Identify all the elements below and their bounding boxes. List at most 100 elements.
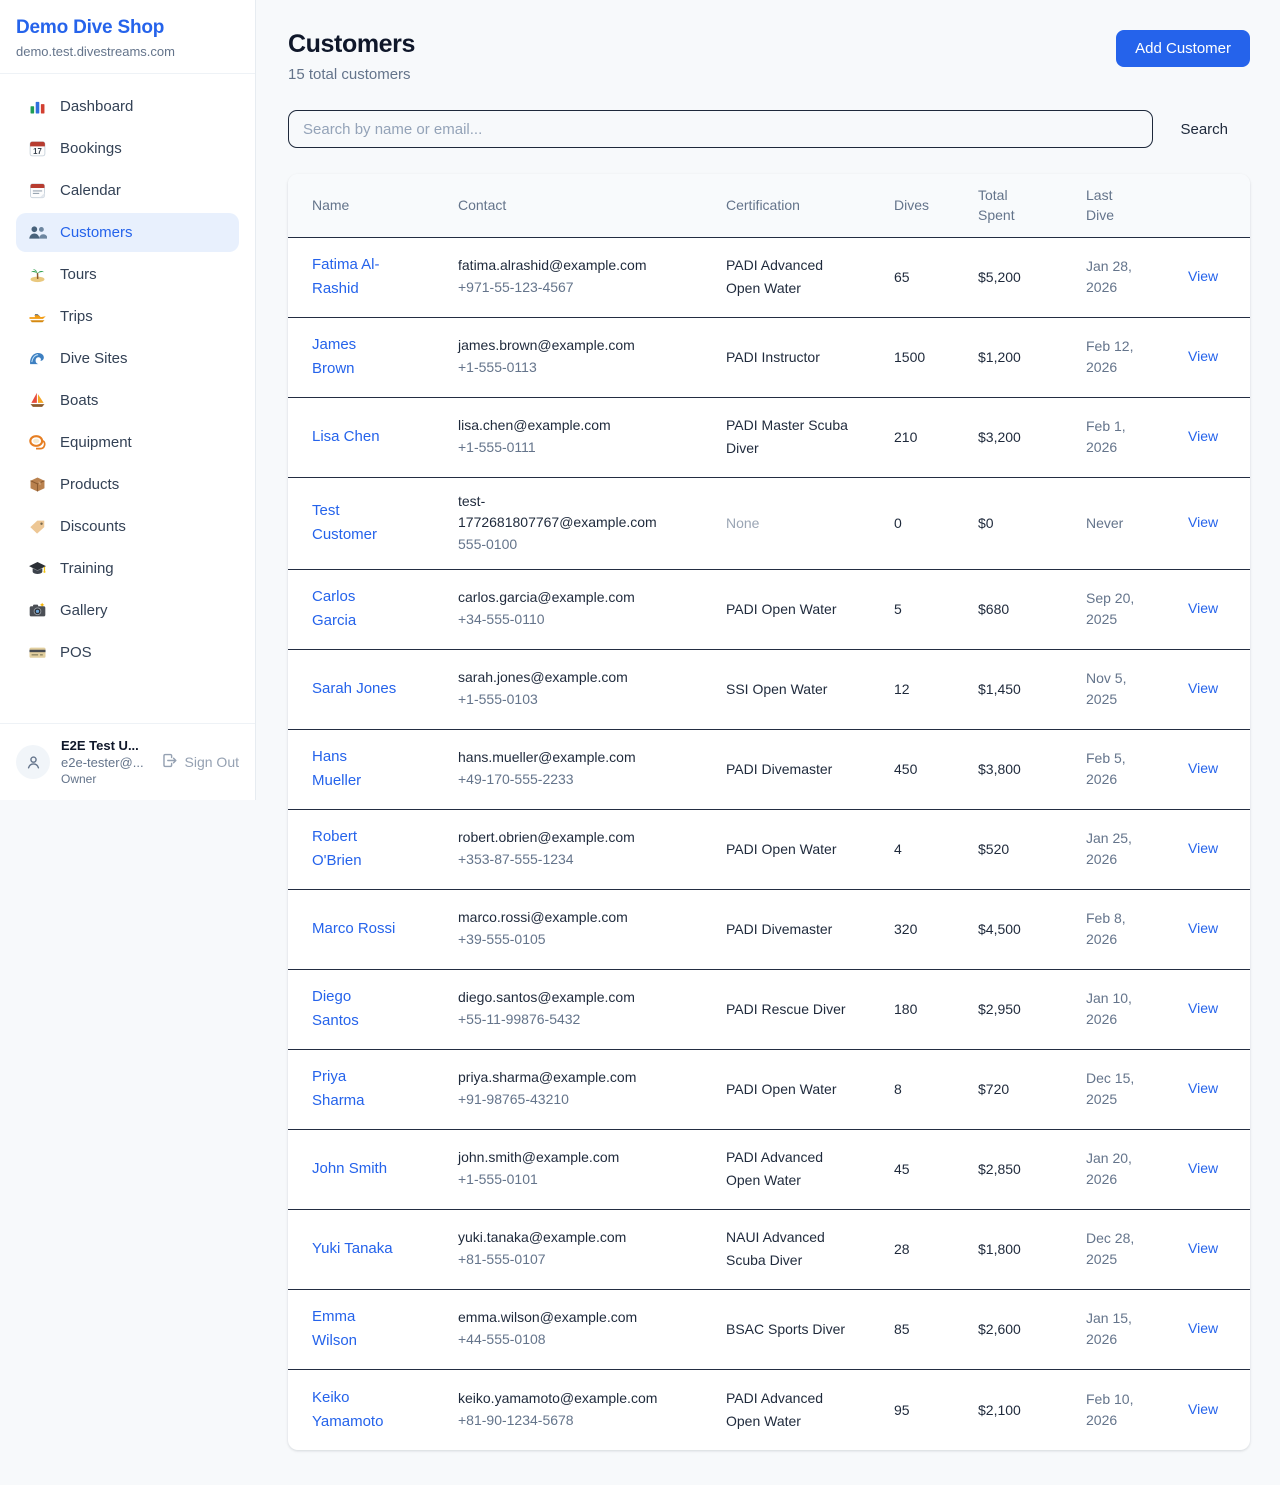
table-row: Yuki Tanaka yuki.tanaka@example.com+81-55…: [288, 1210, 1250, 1290]
sidebar-item-training[interactable]: Training: [16, 549, 239, 588]
view-link[interactable]: View: [1188, 1401, 1218, 1417]
package-icon: [28, 475, 47, 494]
sidebar-item-label: Discounts: [60, 518, 126, 535]
customer-name-link[interactable]: Hans Mueller: [312, 745, 400, 793]
table-row: Test Customertest-1772681807767@example.…: [288, 478, 1250, 570]
customer-name-link[interactable]: Test Customer: [312, 499, 400, 547]
view-link[interactable]: View: [1188, 1000, 1218, 1016]
table-row: Robert O'Brien robert.obrien@example.com+…: [288, 810, 1250, 890]
search-row: Search: [288, 110, 1250, 148]
customer-count: 15 total customers: [288, 66, 415, 83]
certification: PADI Rescue Diver: [726, 998, 848, 1021]
sidebar-item-label: Boats: [60, 392, 98, 409]
customer-email: fatima.alrashid@example.com: [458, 255, 668, 277]
sign-out-button[interactable]: Sign Out: [161, 752, 239, 772]
view-link[interactable]: View: [1188, 1320, 1218, 1336]
sailboat-icon: [28, 391, 47, 410]
customer-name-link[interactable]: Priya Sharma: [312, 1065, 400, 1113]
person-icon: [24, 753, 43, 772]
certification: PADI Open Water: [726, 598, 848, 621]
last-dive: Jan 25, 2026: [1086, 828, 1152, 870]
column-header-name: Name: [312, 184, 458, 226]
contact-cell: john.smith@example.com+1-555-0101: [458, 1147, 726, 1190]
sidebar-item-bookings[interactable]: 17Bookings: [16, 129, 239, 168]
sidebar-item-dive-sites[interactable]: Dive Sites: [16, 339, 239, 378]
customer-phone: +1-555-0113: [458, 357, 726, 379]
sidebar-item-boats[interactable]: Boats: [16, 381, 239, 420]
contact-cell: lisa.chen@example.com+1-555-0111: [458, 415, 726, 458]
customer-name-link[interactable]: Marco Rossi: [312, 917, 395, 941]
customer-phone: +1-555-0103: [458, 689, 726, 711]
total-spent: $4,500: [978, 921, 1086, 937]
view-link[interactable]: View: [1188, 428, 1218, 444]
total-spent: $1,450: [978, 681, 1086, 697]
view-link[interactable]: View: [1188, 348, 1218, 364]
customer-phone: +1-555-0101: [458, 1169, 726, 1191]
certification: NAUI Advanced Scuba Diver: [726, 1226, 848, 1272]
user-email: e2e-tester@...: [61, 755, 150, 770]
customer-email: yuki.tanaka@example.com: [458, 1227, 668, 1249]
last-dive: Jan 28, 2026: [1086, 256, 1152, 298]
view-link[interactable]: View: [1188, 840, 1218, 856]
contact-cell: diego.santos@example.com+55-11-99876-543…: [458, 987, 726, 1030]
sidebar-item-trips[interactable]: Trips: [16, 297, 239, 336]
table-header-row: NameContactCertificationDivesTotal Spent…: [288, 174, 1250, 238]
search-input[interactable]: [288, 110, 1153, 148]
dives-count: 1500: [894, 349, 978, 365]
customer-name-link[interactable]: James Brown: [312, 333, 400, 381]
dives-count: 320: [894, 921, 978, 937]
view-link[interactable]: View: [1188, 268, 1218, 284]
add-customer-button[interactable]: Add Customer: [1116, 30, 1250, 67]
view-link[interactable]: View: [1188, 1240, 1218, 1256]
customer-phone: +34-555-0110: [458, 609, 726, 631]
view-link[interactable]: View: [1188, 600, 1218, 616]
last-dive: Jan 20, 2026: [1086, 1148, 1152, 1190]
customer-name-link[interactable]: Yuki Tanaka: [312, 1237, 393, 1261]
view-link[interactable]: View: [1188, 760, 1218, 776]
last-dive: Feb 12, 2026: [1086, 336, 1152, 378]
view-link[interactable]: View: [1188, 514, 1218, 530]
table-row: Emma Wilsonemma.wilson@example.com+44-55…: [288, 1290, 1250, 1370]
sidebar-item-products[interactable]: Products: [16, 465, 239, 504]
sidebar-item-calendar[interactable]: Calendar: [16, 171, 239, 210]
customer-name-link[interactable]: Keiko Yamamoto: [312, 1386, 400, 1434]
certification: None: [726, 512, 848, 535]
svg-text:17: 17: [33, 147, 42, 156]
sidebar-item-label: Calendar: [60, 182, 121, 199]
dives-count: 85: [894, 1321, 978, 1337]
view-link[interactable]: View: [1188, 1080, 1218, 1096]
customer-name-link[interactable]: Fatima Al-Rashid: [312, 253, 400, 301]
sidebar-item-discounts[interactable]: Discounts: [16, 507, 239, 546]
customer-email: carlos.garcia@example.com: [458, 587, 668, 609]
view-link[interactable]: View: [1188, 680, 1218, 696]
contact-cell: robert.obrien@example.com+353-87-555-123…: [458, 827, 726, 870]
sidebar-item-equipment[interactable]: Equipment: [16, 423, 239, 462]
total-spent: $1,800: [978, 1241, 1086, 1257]
logout-icon: [161, 752, 178, 772]
certification: PADI Divemaster: [726, 918, 848, 941]
dives-count: 95: [894, 1402, 978, 1418]
customer-name-link[interactable]: Lisa Chen: [312, 425, 380, 449]
customer-name-link[interactable]: Sarah Jones: [312, 677, 396, 701]
certification: PADI Advanced Open Water: [726, 1146, 848, 1192]
customer-name-link[interactable]: Robert O'Brien: [312, 825, 400, 873]
sidebar-item-pos[interactable]: POS: [16, 633, 239, 672]
search-button[interactable]: Search: [1153, 121, 1250, 138]
view-link[interactable]: View: [1188, 920, 1218, 936]
customer-name-link[interactable]: Diego Santos: [312, 985, 400, 1033]
customer-email: emma.wilson@example.com: [458, 1307, 668, 1329]
water-wave-icon: [28, 349, 47, 368]
customer-name-link[interactable]: Emma Wilson: [312, 1305, 400, 1353]
customer-name-link[interactable]: Carlos Garcia: [312, 585, 400, 633]
sidebar-item-dashboard[interactable]: Dashboard: [16, 87, 239, 126]
avatar: [16, 745, 50, 779]
contact-cell: yuki.tanaka@example.com+81-555-0107: [458, 1227, 726, 1270]
sidebar-item-customers[interactable]: Customers: [16, 213, 239, 252]
sidebar-item-gallery[interactable]: Gallery: [16, 591, 239, 630]
view-link[interactable]: View: [1188, 1160, 1218, 1176]
total-spent: $5,200: [978, 269, 1086, 285]
contact-cell: priya.sharma@example.com+91-98765-43210: [458, 1067, 726, 1110]
customer-name-link[interactable]: John Smith: [312, 1157, 387, 1181]
sidebar-item-label: Training: [60, 560, 114, 577]
sidebar-item-tours[interactable]: Tours: [16, 255, 239, 294]
